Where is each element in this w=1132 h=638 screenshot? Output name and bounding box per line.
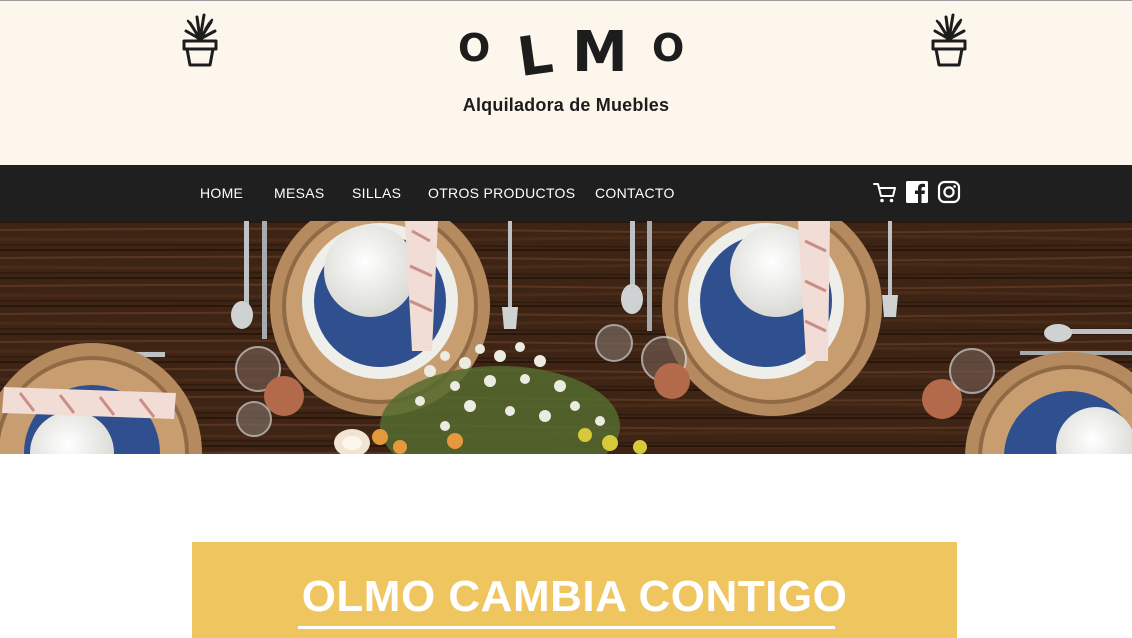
nav-contacto[interactable]: CONTACTO [595, 185, 675, 201]
banner-title: OLMO CAMBIA CONTIGO [301, 572, 848, 621]
banner-underline [298, 626, 835, 629]
site-header: O L M O Alquiladora de Muebles [0, 0, 1132, 165]
nav-mesas[interactable]: MESAS [274, 185, 325, 201]
plant-pot-icon [929, 9, 969, 67]
nav-home[interactable]: HOME [200, 185, 243, 201]
instagram-icon[interactable] [936, 179, 962, 205]
nav-sillas[interactable]: SILLAS [352, 185, 401, 201]
main-nav: HOME MESAS SILLAS OTROS PRODUCTOS CONTAC… [0, 165, 1132, 221]
logo-letter: L [513, 21, 557, 90]
site-tagline: Alquiladora de Muebles [462, 95, 670, 115]
cart-icon[interactable] [872, 179, 898, 205]
hero-image [0, 221, 1132, 454]
table-setting-photo [0, 221, 1132, 454]
logo-letter: M [572, 20, 628, 85]
facebook-icon[interactable] [904, 179, 930, 205]
nav-otros-productos[interactable]: OTROS PRODUCTOS [428, 185, 575, 201]
logo-letter: O [652, 26, 685, 70]
logo-letter: O [458, 26, 491, 70]
promo-banner: OLMO CAMBIA CONTIGO [192, 542, 957, 638]
